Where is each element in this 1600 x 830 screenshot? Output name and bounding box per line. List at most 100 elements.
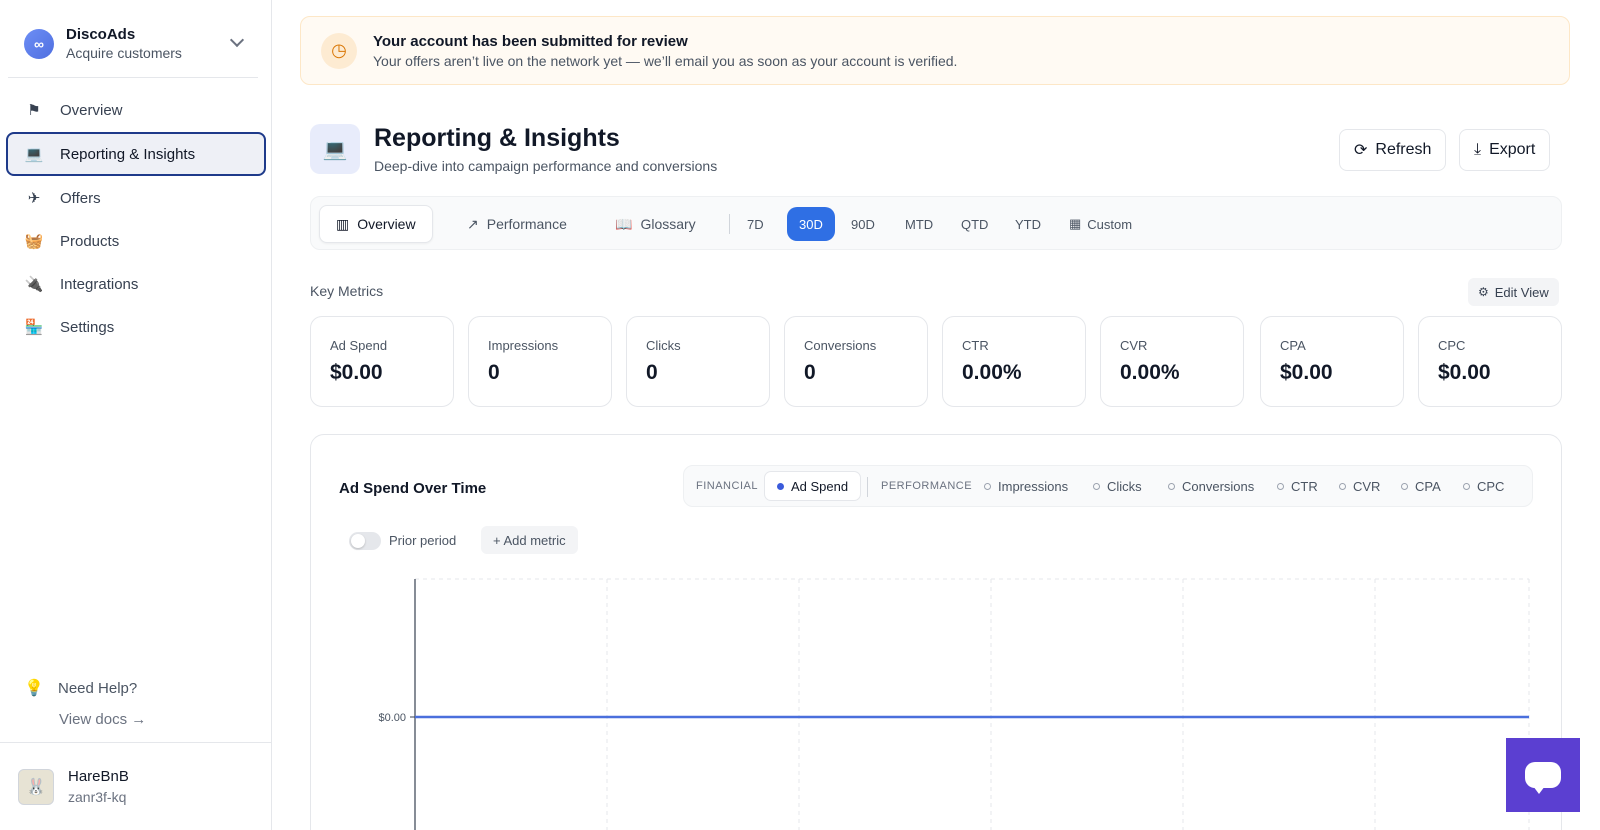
- range-qtd[interactable]: QTD: [949, 207, 1000, 241]
- lightbulb-icon: 💡: [24, 680, 44, 697]
- refresh-icon: ⟳: [1354, 142, 1368, 159]
- laptop-chart-icon: 💻: [24, 146, 44, 163]
- edit-view-label: Edit View: [1494, 284, 1549, 300]
- sidebar-item-settings[interactable]: 🏪 Settings: [8, 306, 264, 348]
- metric-value: 0: [646, 361, 658, 384]
- chart-card: Ad Spend Over Time FINANCIAL Ad Spend PE…: [310, 434, 1562, 830]
- range-custom[interactable]: ▦ Custom: [1057, 207, 1144, 241]
- brand-tagline: Acquire customers: [66, 45, 182, 61]
- sidebar-item-label: Settings: [60, 318, 115, 336]
- metric-card-ad-spend: Ad Spend $0.00: [310, 316, 454, 407]
- help-title: Need Help?: [58, 679, 138, 697]
- metric-label: Ad Spend: [330, 338, 388, 353]
- page-subtitle: Deep-dive into campaign performance and …: [374, 158, 718, 174]
- brand-logo-icon: ∞: [24, 28, 54, 59]
- tab-overview[interactable]: ▥ Overview: [319, 205, 433, 243]
- sidebar-item-label: Integrations: [60, 275, 139, 293]
- ad-spend-chart: $0.00: [378, 578, 1530, 830]
- metric-value: $0.00: [330, 361, 383, 384]
- range-7d[interactable]: 7D: [735, 207, 776, 241]
- banner-title: Your account has been submitted for revi…: [373, 32, 688, 50]
- metric-label: Conversions: [804, 338, 877, 353]
- sidebar-item-integrations[interactable]: 🔌 Integrations: [8, 263, 264, 305]
- chevron-down-icon: [229, 32, 245, 48]
- tab-label: Overview: [357, 216, 416, 232]
- key-metrics-heading: Key Metrics: [310, 283, 384, 299]
- view-docs-link[interactable]: View docs →: [59, 711, 146, 728]
- page-header: 💻 Reporting & Insights Deep-dive into ca…: [310, 124, 1562, 176]
- metric-value: 0: [488, 361, 500, 384]
- range-90d[interactable]: 90D: [839, 207, 887, 241]
- metric-label: CTR: [962, 338, 989, 353]
- metric-card-conversions: Conversions 0: [784, 316, 928, 407]
- sidebar-item-products[interactable]: 🧺 Products: [8, 220, 264, 262]
- sidebar-item-overview[interactable]: ⚑ Overview: [8, 89, 264, 131]
- metric-label: Clicks: [646, 338, 681, 353]
- metric-label: CVR: [1120, 338, 1148, 353]
- gift-basket-icon: 🧺: [24, 233, 44, 250]
- edit-view-button[interactable]: ⚙ Edit View: [1468, 278, 1559, 306]
- sidebar-item-label: Offers: [60, 189, 101, 207]
- workspace-switcher[interactable]: ∞ DiscoAds Acquire customers: [8, 10, 258, 78]
- storefront-icon: 🏪: [24, 319, 44, 336]
- range-ytd[interactable]: YTD: [1003, 207, 1053, 241]
- refresh-label: Refresh: [1375, 141, 1432, 158]
- tab-label: Performance: [486, 216, 567, 232]
- tab-glossary[interactable]: 📖 Glossary: [599, 205, 712, 243]
- metric-label: Impressions: [488, 338, 559, 353]
- calendar-icon: ▦: [1069, 216, 1082, 231]
- sidebar-item-label: Overview: [60, 101, 123, 119]
- metric-label: CPA: [1280, 338, 1306, 353]
- flag-icon: ⚑: [27, 102, 41, 119]
- brand-name: DiscoAds: [66, 26, 136, 43]
- bar-chart-icon: ▥: [336, 215, 350, 232]
- metric-value: 0: [804, 361, 816, 384]
- book-icon: 📖: [615, 215, 633, 232]
- download-icon: ⤓: [1474, 141, 1482, 158]
- sidebar: ∞ DiscoAds Acquire customers ⚑ Overview …: [0, 0, 272, 830]
- review-banner: ◷ Your account has been submitted for re…: [300, 16, 1570, 85]
- plane-icon: ✈: [27, 190, 41, 207]
- metric-label: CPC: [1438, 338, 1466, 353]
- metric-card-clicks: Clicks 0: [626, 316, 770, 407]
- range-30d[interactable]: 30D: [787, 207, 835, 241]
- tab-performance[interactable]: ↗ Performance: [451, 205, 583, 243]
- user-name: HareBnB: [68, 768, 129, 785]
- help-section: 💡 Need Help? View docs →: [24, 678, 146, 729]
- sidebar-item-reporting[interactable]: 💻 Reporting & Insights: [6, 132, 266, 176]
- clock-icon: ◷: [321, 32, 357, 69]
- metric-card-cpc: CPC $0.00: [1418, 316, 1562, 407]
- range-mtd[interactable]: MTD: [893, 207, 945, 241]
- export-button[interactable]: ⤓ Export: [1459, 129, 1551, 171]
- sidebar-item-offers[interactable]: ✈ Offers: [8, 177, 264, 219]
- avatar: 🐰: [18, 768, 54, 805]
- sidebar-nav: ⚑ Overview 💻 Reporting & Insights ✈ Offe…: [0, 88, 272, 349]
- laptop-chart-icon: 💻: [310, 124, 360, 174]
- metric-card-impressions: Impressions 0: [468, 316, 612, 407]
- toolbar-divider: [729, 214, 730, 234]
- sliders-icon: ⚙: [1478, 285, 1489, 299]
- export-label: Export: [1489, 141, 1536, 158]
- report-toolbar: ▥ Overview ↗ Performance 📖 Glossary 7D 3…: [310, 196, 1562, 250]
- sidebar-item-label: Reporting & Insights: [60, 145, 196, 163]
- metric-card-cpa: CPA $0.00: [1260, 316, 1404, 407]
- metric-value: $0.00: [1280, 361, 1333, 384]
- page-title: Reporting & Insights: [374, 124, 620, 152]
- chat-icon: [1525, 762, 1561, 794]
- banner-description: Your offers aren’t live on the network y…: [373, 52, 958, 69]
- y-tick-label: $0.00: [378, 712, 406, 724]
- metric-card-ctr: CTR 0.00%: [942, 316, 1086, 407]
- metric-value: 0.00%: [962, 361, 1022, 384]
- sidebar-item-label: Products: [60, 232, 120, 250]
- refresh-button[interactable]: ⟳ Refresh: [1339, 129, 1447, 171]
- plug-icon: 🔌: [24, 276, 44, 293]
- range-custom-label: Custom: [1087, 216, 1133, 232]
- trending-up-icon: ↗: [467, 215, 479, 232]
- metric-card-cvr: CVR 0.00%: [1100, 316, 1244, 407]
- user-id: zanr3f-kq: [68, 789, 127, 805]
- tab-label: Glossary: [640, 216, 696, 232]
- user-profile[interactable]: 🐰 HareBnB zanr3f-kq: [0, 742, 272, 830]
- metric-value: 0.00%: [1120, 361, 1180, 384]
- chat-widget-button[interactable]: [1506, 738, 1580, 812]
- metric-value: $0.00: [1438, 361, 1491, 384]
